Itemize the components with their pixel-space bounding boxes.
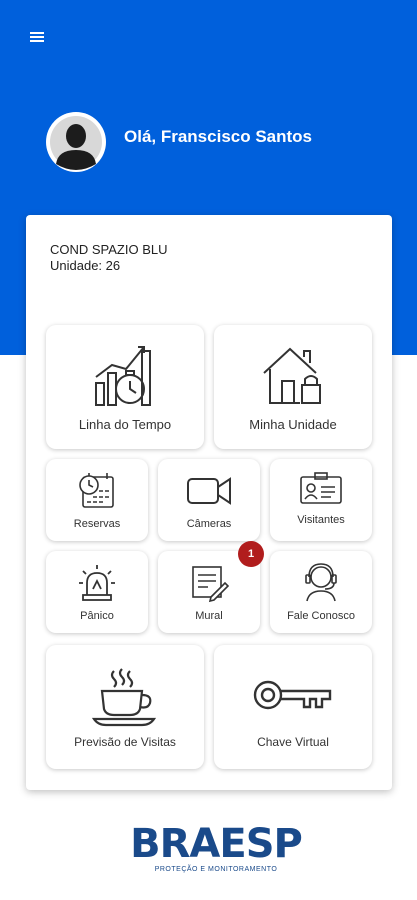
tile-reservas[interactable]: Reservas [46, 459, 148, 541]
tile-label: Visitantes [297, 514, 345, 526]
tile-label: Fale Conosco [287, 610, 355, 622]
house-lock-icon [263, 347, 321, 404]
tile-label: Mural [195, 610, 223, 622]
notification-badge: 1 [238, 541, 264, 567]
hamburger-menu-icon[interactable] [30, 30, 52, 48]
tile-label: Linha do Tempo [78, 417, 172, 432]
tile-label: Minha Unidade [249, 417, 337, 432]
tile-label: Chave Virtual [257, 735, 329, 749]
video-camera-icon [187, 477, 231, 505]
tile-minha-unidade[interactable]: Minha Unidade [214, 325, 372, 449]
notepad-pencil-icon [192, 566, 229, 603]
tile-fale-conosco[interactable]: Fale Conosco [270, 551, 372, 633]
alarm-siren-icon [79, 565, 115, 601]
tile-previsao-de-visitas[interactable]: Previsão de Visitas [46, 645, 204, 769]
tile-label: Previsão de Visitas [74, 735, 176, 749]
tile-label: Reservas [73, 518, 121, 530]
user-silhouette-icon [50, 116, 102, 170]
tile-visitantes[interactable]: Visitantes [270, 459, 372, 541]
tile-chave-virtual[interactable]: Chave Virtual [214, 645, 372, 769]
dashboard-card: COND SPAZIO BLU Unidade: 26 Linha do Tem… [26, 215, 392, 790]
tile-panico[interactable]: Pânico [46, 551, 148, 633]
condo-name: COND SPAZIO BLU [50, 242, 168, 257]
tile-label: Câmeras [186, 518, 232, 530]
tile-label: Pânico [80, 610, 114, 622]
brand-tagline: PROTEÇÃO E MONITORAMENTO [154, 866, 278, 873]
tile-cameras[interactable]: Câmeras [158, 459, 260, 541]
avatar[interactable] [46, 112, 106, 172]
id-badge-icon [300, 472, 342, 504]
calendar-clock-icon [79, 473, 114, 508]
braesp-logo: BRAESP PROTEÇÃO E MONITORAMENTO [124, 822, 308, 878]
unit-number: Unidade: 26 [50, 258, 121, 273]
greeting-text: Olá, Franscisco Santos [124, 127, 313, 146]
timeline-chart-icon [95, 346, 151, 406]
headset-agent-icon [305, 563, 337, 602]
brand-logo-text: BRAESP [130, 821, 303, 867]
coffee-cup-icon [92, 668, 157, 727]
condo-info: COND SPAZIO BLU Unidade: 26 [50, 242, 168, 274]
key-icon [253, 680, 332, 710]
tile-linha-do-tempo[interactable]: Linha do Tempo [46, 325, 204, 449]
